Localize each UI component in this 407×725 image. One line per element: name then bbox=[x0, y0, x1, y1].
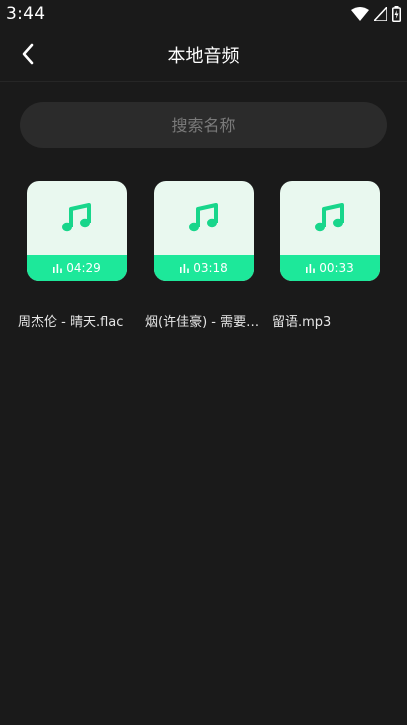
page-title: 本地音频 bbox=[167, 46, 240, 67]
battery-icon bbox=[392, 6, 401, 22]
duration-bar: 00:33 bbox=[280, 255, 380, 281]
audio-file-name: 烟(许佳豪) - 需要… bbox=[145, 315, 260, 330]
duration-bar: 03:18 bbox=[154, 255, 254, 281]
audio-tile[interactable]: 04:29 bbox=[27, 181, 127, 281]
wifi-icon bbox=[351, 7, 369, 21]
music-note-icon bbox=[315, 203, 344, 232]
audio-bars-icon bbox=[306, 263, 316, 273]
cell-signal-icon bbox=[374, 7, 387, 21]
search-input[interactable] bbox=[20, 101, 387, 149]
audio-thumbnail: 04:29 bbox=[27, 181, 127, 281]
status-bar: 3:44 bbox=[0, 0, 407, 30]
audio-bars-icon bbox=[180, 263, 190, 273]
audio-thumbnail: 03:18 bbox=[154, 181, 254, 281]
audio-duration: 04:29 bbox=[66, 261, 101, 275]
audio-bars-icon bbox=[53, 263, 63, 273]
audio-file-name: 周杰伦 - 晴天.flac bbox=[18, 315, 124, 330]
duration-bar: 04:29 bbox=[27, 255, 127, 281]
audio-tile[interactable]: 00:33 bbox=[280, 181, 380, 281]
status-time: 3:44 bbox=[6, 4, 46, 24]
audio-duration: 00:33 bbox=[319, 261, 354, 275]
status-icons bbox=[351, 6, 401, 22]
audio-tile[interactable]: 03:18 bbox=[154, 181, 254, 281]
music-note-icon bbox=[189, 203, 218, 232]
app-bar: 本地音频 bbox=[0, 30, 407, 82]
audio-thumbnail: 00:33 bbox=[280, 181, 380, 281]
music-note-icon bbox=[62, 203, 91, 232]
audio-file-name: 留语.mp3 bbox=[272, 315, 332, 330]
audio-duration: 03:18 bbox=[193, 261, 228, 275]
search-box[interactable] bbox=[20, 101, 387, 149]
